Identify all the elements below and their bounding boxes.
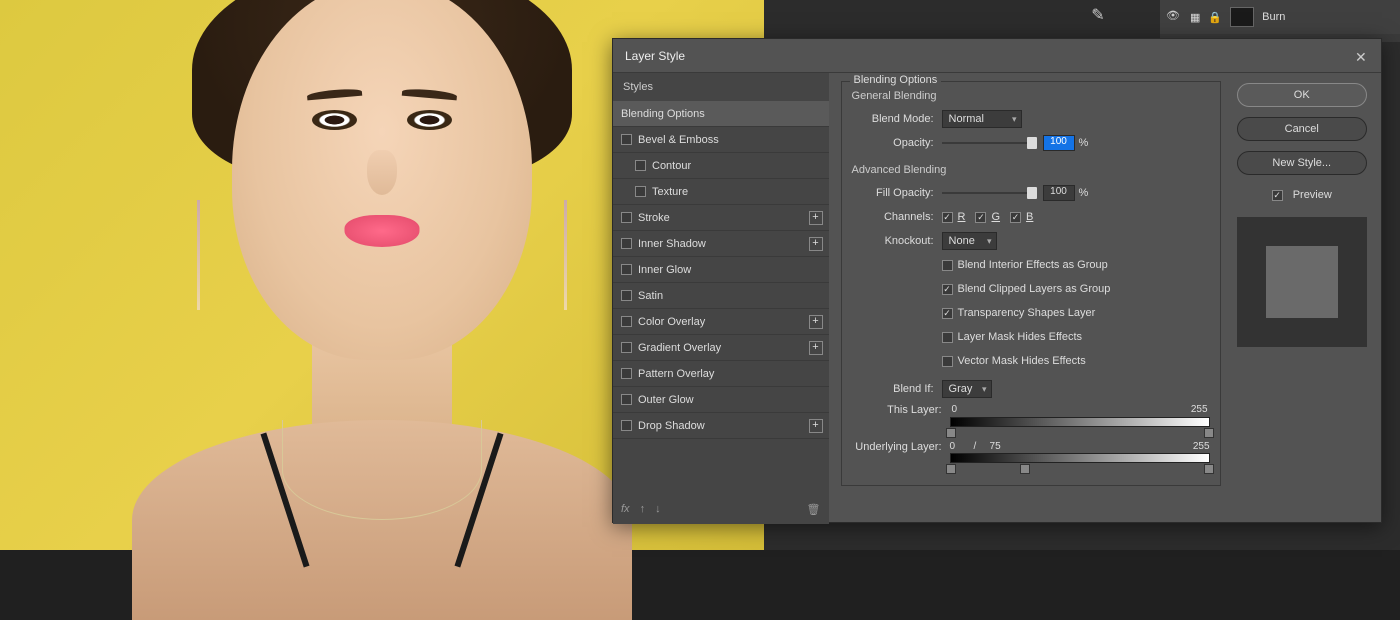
transparency-shapes-checkbox[interactable]: [942, 308, 953, 319]
gradient-handle-black[interactable]: [946, 464, 956, 474]
vector-mask-hides-checkbox[interactable]: [942, 356, 953, 367]
add-icon[interactable]: +: [809, 341, 823, 355]
blend-clipped-checkbox[interactable]: [942, 284, 953, 295]
styles-sidebar: Styles Blending Options Bevel & Emboss C…: [613, 73, 829, 524]
style-bevel-emboss[interactable]: Bevel & Emboss: [613, 127, 829, 153]
add-icon[interactable]: +: [809, 419, 823, 433]
checkbox[interactable]: [621, 212, 632, 223]
this-layer-hi: 255: [1191, 404, 1208, 415]
style-outer-glow[interactable]: Outer Glow: [613, 387, 829, 413]
channels-label: Channels:: [852, 211, 942, 223]
new-style-button[interactable]: New Style...: [1237, 151, 1367, 175]
layer-mask-hides-checkbox[interactable]: [942, 332, 953, 343]
layer-lock-icon[interactable]: 🔒: [1208, 11, 1222, 24]
add-icon[interactable]: +: [809, 315, 823, 329]
cancel-button[interactable]: Cancel: [1237, 117, 1367, 141]
style-texture[interactable]: Texture: [613, 179, 829, 205]
opacity-label: Opacity:: [852, 137, 942, 149]
gradient-handle-split[interactable]: [1020, 464, 1030, 474]
style-inner-shadow[interactable]: Inner Shadow+: [613, 231, 829, 257]
layer-style-dialog: Layer Style ✕ Styles Blending Options Be…: [612, 38, 1382, 523]
styles-footer: fx ↑ ↓ 🗑: [613, 494, 829, 524]
underlying-layer-label: Underlying Layer:: [852, 441, 950, 453]
style-contour[interactable]: Contour: [613, 153, 829, 179]
checkbox[interactable]: [621, 264, 632, 275]
gradient-handle-white[interactable]: [1204, 464, 1214, 474]
fill-opacity-input[interactable]: 100: [1043, 185, 1075, 201]
checkbox[interactable]: [621, 134, 632, 145]
channel-b-checkbox[interactable]: [1010, 212, 1021, 223]
underlying-mid: 75: [990, 441, 1001, 452]
checkbox[interactable]: [621, 290, 632, 301]
channel-r-checkbox[interactable]: [942, 212, 953, 223]
style-inner-glow[interactable]: Inner Glow: [613, 257, 829, 283]
blend-interior-checkbox[interactable]: [942, 260, 953, 271]
options-panel: Blending Options General Blending Blend …: [829, 73, 1233, 524]
layers-panel: 👁 ▦ 🔒 Burn: [1160, 0, 1400, 42]
add-icon[interactable]: +: [809, 237, 823, 251]
style-satin[interactable]: Satin: [613, 283, 829, 309]
underlying-hi: 255: [1193, 441, 1210, 452]
fill-opacity-label: Fill Opacity:: [852, 187, 942, 199]
layer-row-burn[interactable]: 👁 ▦ 🔒 Burn: [1160, 0, 1400, 34]
blend-if-label: Blend If:: [852, 383, 942, 395]
move-up-icon[interactable]: ↑: [640, 503, 646, 515]
checkbox[interactable]: [621, 238, 632, 249]
general-blending-title: General Blending: [852, 90, 1210, 102]
slider-thumb[interactable]: [1027, 187, 1037, 199]
this-layer-lo: 0: [952, 404, 958, 415]
style-stroke[interactable]: Stroke+: [613, 205, 829, 231]
layer-fx-icon[interactable]: ▦: [1190, 11, 1200, 24]
preview-checkbox[interactable]: [1272, 190, 1283, 201]
knockout-select[interactable]: None: [942, 232, 997, 250]
opacity-input[interactable]: 100: [1043, 135, 1075, 151]
fill-opacity-slider[interactable]: [942, 192, 1037, 194]
styles-header: Styles: [613, 73, 829, 101]
style-pattern-overlay[interactable]: Pattern Overlay: [613, 361, 829, 387]
dialog-titlebar[interactable]: Layer Style ✕: [613, 39, 1381, 73]
style-drop-shadow[interactable]: Drop Shadow+: [613, 413, 829, 439]
section-title: Blending Options: [850, 74, 942, 86]
visibility-icon[interactable]: 👁: [1166, 9, 1182, 25]
opacity-slider[interactable]: [942, 142, 1037, 144]
ok-button[interactable]: OK: [1237, 83, 1367, 107]
this-layer-label: This Layer:: [852, 404, 950, 416]
underlying-gradient[interactable]: [950, 453, 1210, 463]
trash-icon[interactable]: 🗑: [807, 503, 821, 516]
checkbox[interactable]: [635, 160, 646, 171]
preview-swatch: [1237, 217, 1367, 347]
style-color-overlay[interactable]: Color Overlay+: [613, 309, 829, 335]
channel-g-checkbox[interactable]: [975, 212, 986, 223]
style-blending-options[interactable]: Blending Options: [613, 101, 829, 127]
close-icon[interactable]: ✕: [1355, 49, 1369, 63]
checkbox[interactable]: [621, 368, 632, 379]
checkbox[interactable]: [621, 420, 632, 431]
knockout-label: Knockout:: [852, 235, 942, 247]
brush-tool-icon[interactable]: ✎: [1083, 2, 1113, 28]
checkbox[interactable]: [635, 186, 646, 197]
checkbox[interactable]: [621, 342, 632, 353]
blend-if-select[interactable]: Gray: [942, 380, 992, 398]
add-icon[interactable]: +: [809, 211, 823, 225]
this-layer-gradient[interactable]: [950, 417, 1210, 427]
slider-thumb[interactable]: [1027, 137, 1037, 149]
dialog-buttons-column: OK Cancel New Style... Preview: [1233, 73, 1381, 524]
style-gradient-overlay[interactable]: Gradient Overlay+: [613, 335, 829, 361]
dialog-title: Layer Style: [625, 49, 685, 63]
blend-mode-select[interactable]: Normal: [942, 110, 1022, 128]
checkbox[interactable]: [621, 316, 632, 327]
gradient-handle-black[interactable]: [946, 428, 956, 438]
advanced-blending-title: Advanced Blending: [852, 164, 1210, 176]
preview-swatch-inner: [1266, 246, 1338, 318]
preview-label: Preview: [1293, 189, 1332, 201]
blend-mode-label: Blend Mode:: [852, 113, 942, 125]
underlying-lo: 0: [950, 441, 956, 452]
portrait-image: [172, 0, 592, 550]
layer-name[interactable]: Burn: [1262, 11, 1285, 23]
layer-thumbnail[interactable]: [1230, 7, 1254, 27]
move-down-icon[interactable]: ↓: [655, 503, 661, 515]
checkbox[interactable]: [621, 394, 632, 405]
fx-menu-icon[interactable]: fx: [621, 503, 630, 515]
gradient-handle-white[interactable]: [1204, 428, 1214, 438]
